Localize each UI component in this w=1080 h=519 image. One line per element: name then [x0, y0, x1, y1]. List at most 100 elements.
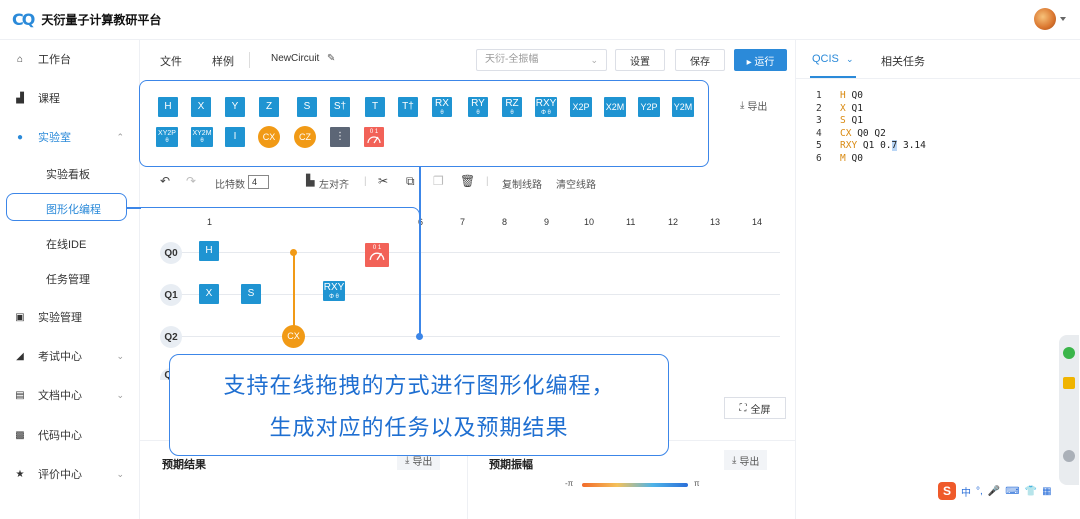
- user-menu[interactable]: [1034, 8, 1066, 30]
- line-number: 2: [816, 102, 822, 114]
- bits-input[interactable]: 4: [248, 175, 269, 189]
- tab-related-tasks[interactable]: 相关任务: [881, 53, 925, 69]
- keyboard-icon[interactable]: ⌨: [1005, 486, 1019, 497]
- column-number: 7: [460, 217, 466, 227]
- sidebar-item-task-management[interactable]: 任务管理: [0, 265, 140, 293]
- chevron-down-icon[interactable]: [1060, 17, 1066, 21]
- skin-icon[interactable]: 👕: [1025, 486, 1037, 497]
- palette-highlight-outline: [139, 80, 709, 167]
- chevron-down-icon: ⌄: [116, 389, 124, 400]
- sidebar-item-workbench[interactable]: ⌂ 工作台: [0, 45, 140, 73]
- line-number: 5: [816, 140, 822, 151]
- home-icon: ⌂: [16, 53, 24, 65]
- redo-icon[interactable]: ↷: [186, 174, 196, 188]
- sidebar-item-lab[interactable]: ● 实验室 ⌃: [0, 123, 140, 151]
- sidebar-item-label: 代码中心: [38, 430, 82, 442]
- legend-max: π: [694, 479, 700, 488]
- code-line: 1 H Q0: [816, 90, 926, 103]
- sidebar-item-doc-center[interactable]: ▤ 文档中心 ⌄: [0, 381, 140, 409]
- callout-line-2: 生成对应的任务以及预期结果: [269, 416, 569, 441]
- fullscreen-button[interactable]: ⛶ 全屏: [724, 397, 786, 419]
- battery-icon: [1063, 377, 1075, 389]
- sidebar-item-course[interactable]: ▟ 课程: [0, 84, 140, 112]
- download-icon: ⤓: [740, 100, 745, 111]
- undo-icon[interactable]: ↶: [160, 174, 170, 188]
- save-button[interactable]: 保存: [675, 49, 725, 71]
- sidebar-item-code-center[interactable]: ▩ 代码中心: [0, 421, 140, 449]
- edit-toolbar: ↶ ↷ 比特数 4 ▙ 左对齐 | ✂ ⧉ ❐ 🗑 | 复制线路 清空线路: [140, 170, 795, 194]
- avatar[interactable]: [1034, 8, 1056, 30]
- circuit-name[interactable]: NewCircuit: [271, 53, 319, 64]
- download-icon: ⤓: [732, 454, 737, 466]
- sogou-icon[interactable]: S: [938, 482, 956, 500]
- app-logo[interactable]: CQ 天衍量子计算教研平台: [12, 10, 161, 29]
- export-amplitude-button[interactable]: ⤓ 导出: [724, 450, 768, 470]
- export-label: 导出: [739, 456, 760, 468]
- doc-icon: ▤: [15, 389, 25, 401]
- sidebar-item-label: 考试中心: [38, 351, 82, 363]
- file-menu[interactable]: 文件: [160, 53, 182, 69]
- code-op: S: [840, 115, 846, 126]
- bits-label: 比特数: [215, 180, 245, 191]
- sidebar-item-label: 任务管理: [46, 274, 90, 286]
- ime-toolbar[interactable]: S 中 °, 🎤 ⌨ 👕 ▦: [938, 482, 1052, 500]
- column-number: 14: [752, 217, 763, 227]
- code-args: Q0 Q2: [857, 127, 886, 139]
- copy-circuit-button[interactable]: 复制线路: [502, 176, 542, 191]
- tab-label: QCIS: [812, 53, 839, 65]
- sidebar-item-label: 实验看板: [46, 169, 90, 181]
- tab-qcis[interactable]: QCIS ⌄: [812, 53, 854, 65]
- sidebar-item-exam-center[interactable]: ◢ 考试中心 ⌄: [0, 342, 140, 370]
- align-left-icon[interactable]: ▙: [306, 174, 314, 187]
- sidebar-item-lab-board[interactable]: 实验看板: [0, 160, 140, 188]
- copy-icon[interactable]: ⧉: [406, 174, 415, 189]
- code-panel: QCIS ⌄ 相关任务 1H Q0 2X Q1 3S Q1 4 CX Q0 Q2 …: [795, 40, 1080, 519]
- grid-icon[interactable]: ▦: [1042, 486, 1051, 497]
- chevron-down-icon: ⌄: [590, 55, 598, 65]
- app-title: 天衍量子计算教研平台: [41, 13, 162, 27]
- scissors-icon[interactable]: ✂: [378, 174, 388, 188]
- sidebar-item-online-ide[interactable]: 在线IDE: [0, 230, 140, 258]
- divider: |: [486, 176, 489, 187]
- column-number: 8: [502, 217, 508, 227]
- sidebar: ⌂ 工作台 ▟ 课程 ● 实验室 ⌃ 实验看板 图形化编程 在线IDE 任务管理…: [0, 40, 140, 519]
- paste-icon[interactable]: ❐: [433, 174, 444, 188]
- code-op: RXY: [840, 140, 858, 151]
- sidebar-item-label: 实验室: [38, 132, 71, 144]
- ime-mode[interactable]: 中: [961, 484, 971, 499]
- backend-select[interactable]: 天衍-全振幅 ⌄: [476, 49, 607, 71]
- trash-icon[interactable]: 🗑: [460, 174, 475, 188]
- settings-icon[interactable]: [1063, 450, 1075, 462]
- sidebar-item-label: 文档中心: [38, 390, 82, 402]
- sidebar-item-evaluation-center[interactable]: ★ 评价中心 ⌄: [0, 460, 140, 488]
- line-number: 6: [816, 152, 822, 164]
- run-button[interactable]: ▸ 运行: [734, 49, 787, 71]
- edit-icon[interactable]: ✎: [327, 53, 335, 64]
- align-left-button[interactable]: 左对齐: [319, 176, 349, 191]
- divider: [796, 78, 1080, 79]
- shield-icon[interactable]: [1063, 347, 1075, 359]
- code-line: 5 RXY Q1 0.7 3.14: [816, 140, 926, 153]
- sidebar-item-label: 在线IDE: [46, 239, 87, 251]
- legend-min: -π: [565, 479, 574, 488]
- punctuation-icon[interactable]: °,: [976, 486, 983, 497]
- chevron-down-icon: ⌄: [116, 468, 124, 479]
- code-op: M: [840, 152, 846, 164]
- floating-toolbar[interactable]: [1059, 335, 1079, 485]
- code-args: Q0: [851, 90, 863, 101]
- code-line: 2 X Q1: [816, 103, 926, 116]
- highlight-outline: [6, 193, 127, 221]
- qcis-code-editor[interactable]: 1H Q0 2X Q1 3S Q1 4 CX Q0 Q2 5 RXY Q1 0.7 …: [816, 90, 926, 165]
- column-number: 11: [626, 217, 636, 227]
- examples-menu[interactable]: 样例: [212, 53, 234, 69]
- settings-button[interactable]: 设置: [615, 49, 665, 71]
- export-button[interactable]: ⤓ 导出: [740, 98, 767, 113]
- backend-select-value: 天衍-全振幅: [485, 54, 539, 65]
- lab-icon: ●: [16, 131, 24, 143]
- sidebar-item-experiment-management[interactable]: ▣ 实验管理: [0, 303, 140, 331]
- clear-circuit-button[interactable]: 清空线路: [556, 176, 596, 191]
- star-icon: ★: [15, 468, 25, 480]
- column-number: 9: [544, 217, 550, 227]
- column-number: 13: [710, 217, 721, 227]
- microphone-icon[interactable]: 🎤: [988, 486, 1000, 497]
